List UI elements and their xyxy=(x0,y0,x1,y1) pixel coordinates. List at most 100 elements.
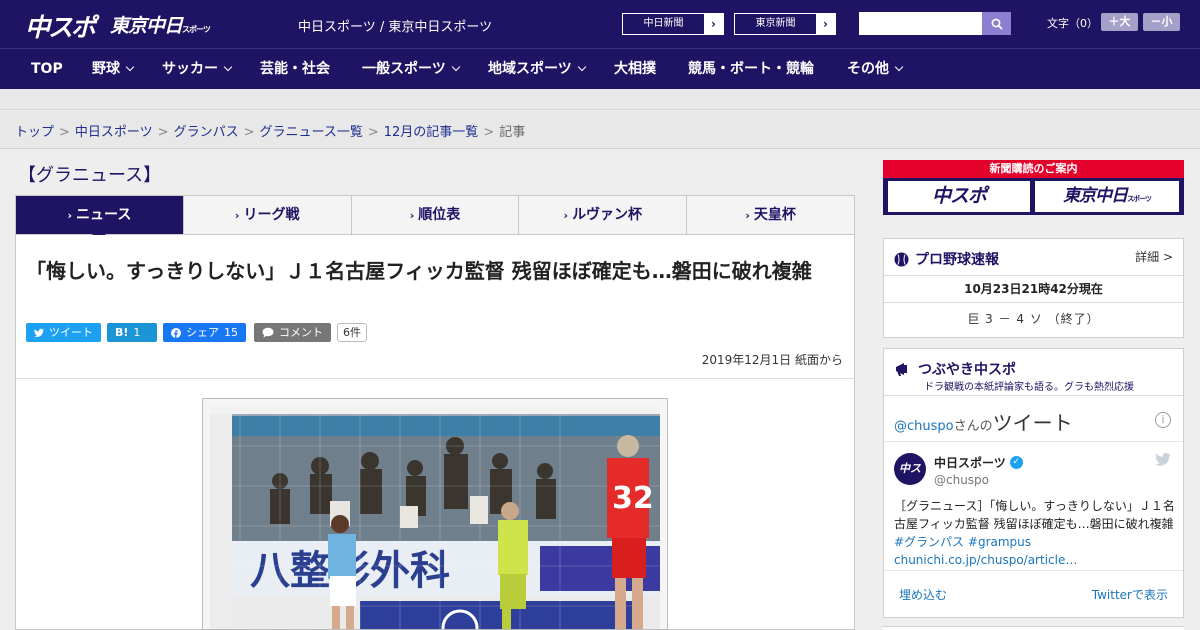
tokyo-chunichi-subscribe-button[interactable]: 東京中日スポーツ xyxy=(1035,181,1179,212)
breadcrumb-current: 記事 xyxy=(499,125,526,140)
soccer-match-photo: 八整形外科 32 xyxy=(210,406,660,629)
article-divider xyxy=(16,378,854,379)
view-on-twitter-link[interactable]: Twitterで表示 xyxy=(1092,586,1168,603)
nav-item-top[interactable]: TOP xyxy=(31,49,63,89)
tab-emperors-cup[interactable]: › 天皇杯 xyxy=(687,196,854,234)
breadcrumb-separator: > xyxy=(483,125,495,140)
category-tabs: › ニュース › リーグ戦 › 順位表 › ルヴァン杯 › 天皇杯 xyxy=(15,195,855,241)
tab-label: リーグ戦 xyxy=(243,207,300,223)
tweet-author-handle[interactable]: @chuspo xyxy=(934,473,989,487)
tokyo-chunichi-subscribe-small: スポーツ xyxy=(1127,195,1152,203)
embed-link[interactable]: 埋め込む xyxy=(899,586,947,603)
hatena-bookmark-button[interactable]: B! 1 xyxy=(107,323,157,342)
nav-item-general-sports[interactable]: 一般スポーツ xyxy=(362,49,460,89)
tab-levain-cup[interactable]: › ルヴァン杯 xyxy=(519,196,688,234)
tokyo-chunichi-logo-text: 東京中日 xyxy=(110,15,183,37)
facebook-icon xyxy=(171,327,181,338)
tweet-author-name[interactable]: 中日スポーツ ✓ xyxy=(934,454,1023,471)
nav-item-label: 地域スポーツ xyxy=(488,61,572,77)
nav-item-other[interactable]: その他 xyxy=(847,49,904,89)
nav-item-label: サッカー xyxy=(162,61,218,77)
facebook-share-button[interactable]: シェア 15 xyxy=(163,323,246,342)
breadcrumb: トップ > 中日スポーツ > グランパス > グラニュース一覧 >12月の記事一覧 > 記事 xyxy=(0,111,1200,149)
chuspo-logo[interactable]: 中スポ xyxy=(25,8,96,44)
article-headline: 「悔しい。すっきりしない」Ｊ１名古屋フィッカ監督 残留ほぼ確定も…磐田に破れ複雑 xyxy=(26,259,812,283)
chunichi-shimbun-button[interactable]: 中日新聞 › xyxy=(622,13,724,35)
tweets-widget: つぶやき中スポ ドラ観戦の本紙評論家も語る。グラも熱烈応援 @chuspoさんの… xyxy=(883,348,1184,618)
nav-item-sumo[interactable]: 大相撲 xyxy=(614,49,656,89)
tweet-author-label: 中日スポーツ xyxy=(934,456,1006,470)
hatena-count: 1 xyxy=(133,326,141,339)
article-photo[interactable]: 八整形外科 32 xyxy=(210,406,660,629)
tab-label: 順位表 xyxy=(418,207,461,223)
nav-item-local-sports[interactable]: 地域スポーツ xyxy=(488,49,586,89)
tab-news[interactable]: › ニュース xyxy=(16,196,184,241)
pro-baseball-score[interactable]: 巨 3 － 4 ソ （終了） xyxy=(884,310,1183,327)
comment-button[interactable]: コメント xyxy=(254,323,331,342)
tokyo-chunichi-subscribe-label: 東京中日 xyxy=(1063,186,1128,206)
tweet-text: ［グラニュース］「悔しい。すっきりしない」Ｊ１名古屋フィッカ監督 残留ほぼ確定も… xyxy=(894,497,1179,569)
nav-item-racing[interactable]: 競馬・ボート・競輪 xyxy=(688,49,814,89)
breadcrumb-link-grampus[interactable]: グランパス xyxy=(174,125,239,140)
hashtag-link[interactable]: #grampus xyxy=(968,535,1031,549)
chevron-right-icon: › xyxy=(816,14,835,34)
breadcrumb-separator: > xyxy=(367,125,379,140)
nav-item-label: 芸能・社会 xyxy=(260,61,330,77)
tokyo-chunichi-logo-small: スポーツ xyxy=(182,25,211,34)
nav-item-label: 野球 xyxy=(92,61,120,77)
section-title: 【グラニュース】 xyxy=(18,165,162,186)
comment-label: コメント xyxy=(279,326,323,339)
chunichi-shimbun-label: 中日新聞 xyxy=(643,18,684,29)
nav-item-soccer[interactable]: サッカー xyxy=(162,49,233,89)
font-size-increase-button[interactable]: ＋大 xyxy=(1101,13,1138,31)
breadcrumb-link-december-list[interactable]: 12月の記事一覧 xyxy=(384,125,479,140)
baseball-icon xyxy=(894,252,909,266)
main-nav: TOP 野球 サッカー 芸能・社会 一般スポーツ 地域スポーツ 大相撲 競馬・ボ… xyxy=(0,48,1200,89)
breadcrumb-link-chuspo[interactable]: 中日スポーツ xyxy=(75,125,153,140)
tweet-button[interactable]: ツイート xyxy=(26,323,101,342)
tweets-heading: ツイート xyxy=(992,411,1073,435)
nav-item-label: 競馬・ボート・競輪 xyxy=(688,61,814,77)
nav-item-label: 大相撲 xyxy=(614,61,656,77)
twitter-bird-icon[interactable] xyxy=(1155,453,1171,466)
tweets-title: つぶやき中スポ xyxy=(918,362,1016,378)
tokyo-shimbun-label: 東京新聞 xyxy=(755,18,796,29)
avatar[interactable]: 中スポ xyxy=(894,453,926,507)
font-size-label: 文字（0） xyxy=(1047,17,1098,30)
breadcrumb-link-top[interactable]: トップ xyxy=(15,125,54,140)
chevron-down-icon xyxy=(894,62,904,72)
divider xyxy=(884,441,1183,442)
comment-count-badge: 6件 xyxy=(337,323,367,342)
chuspo-subscribe-button[interactable]: 中スポ xyxy=(888,181,1030,212)
chuspo-handle-link[interactable]: @chuspo xyxy=(894,419,954,434)
pro-baseball-detail-link[interactable]: 詳細 > xyxy=(1135,248,1173,265)
search-button[interactable] xyxy=(982,12,1011,35)
pro-baseball-title: プロ野球速報 xyxy=(915,252,999,268)
breadcrumb-separator: > xyxy=(157,125,169,140)
tab-label: ニュース xyxy=(76,207,132,223)
hashtag-link[interactable]: #グランパス xyxy=(894,535,964,549)
subscription-title: 新聞購読のご案内 xyxy=(883,160,1184,178)
speech-bubble-icon xyxy=(262,327,274,338)
tokyo-chunichi-logo[interactable]: 東京中日スポーツ xyxy=(110,11,211,38)
nav-item-entertainment[interactable]: 芸能・社会 xyxy=(260,49,330,89)
tab-standings[interactable]: › 順位表 xyxy=(352,196,520,234)
article-photo-frame: 八整形外科 32 xyxy=(202,398,668,630)
facebook-share-count: 15 xyxy=(224,326,238,339)
pro-baseball-header: プロ野球速報 xyxy=(894,249,999,269)
breadcrumb-separator: > xyxy=(243,125,255,140)
tweet-url-link[interactable]: chunichi.co.jp/chuspo/article… xyxy=(894,553,1077,567)
handle-suffix: さんの xyxy=(953,419,993,434)
pro-baseball-widget: プロ野球速報 詳細 > 10月23日21時42分現在 巨 3 － 4 ソ （終了… xyxy=(883,238,1184,338)
search-icon xyxy=(991,18,1003,30)
tweets-by-label: @chuspoさんのツイート xyxy=(894,407,1073,436)
tokyo-shimbun-button[interactable]: 東京新聞 › xyxy=(734,13,836,35)
info-icon[interactable]: i xyxy=(1155,412,1171,428)
tab-league[interactable]: › リーグ戦 xyxy=(184,196,352,234)
search-input[interactable] xyxy=(859,12,982,35)
font-size-decrease-button[interactable]: －小 xyxy=(1143,13,1180,31)
breadcrumb-link-gra-news-list[interactable]: グラニュース一覧 xyxy=(260,125,363,140)
divider xyxy=(884,570,1183,571)
sub-nav-strip xyxy=(0,89,1200,110)
nav-item-baseball[interactable]: 野球 xyxy=(92,49,135,89)
